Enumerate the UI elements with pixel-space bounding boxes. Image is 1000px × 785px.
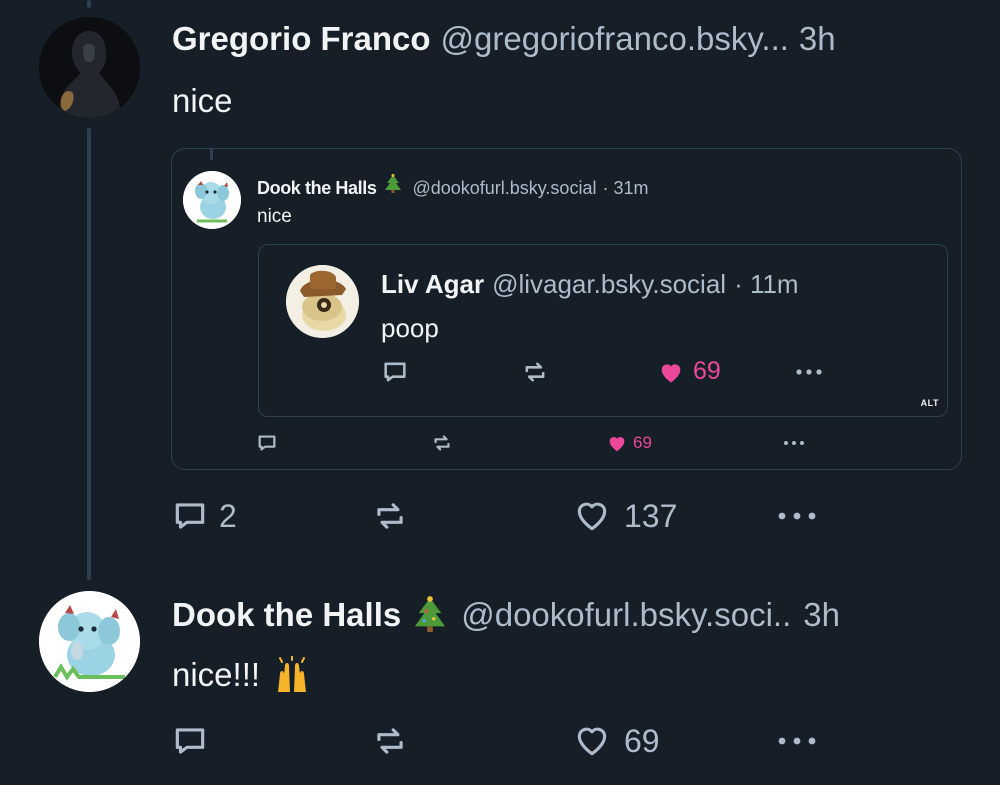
author-handle[interactable]: @dookofurl.bsky.soci.. bbox=[461, 596, 791, 634]
nested-author-handle[interactable]: @livagar.bsky.social bbox=[492, 269, 726, 300]
more-button[interactable] bbox=[774, 722, 820, 760]
nested-reply-button[interactable] bbox=[381, 358, 409, 386]
like-count: 69 bbox=[624, 722, 660, 759]
repost-arrows-icon bbox=[377, 728, 403, 754]
avatar-liv[interactable] bbox=[286, 265, 359, 338]
heart-icon bbox=[609, 437, 625, 452]
more-button[interactable] bbox=[774, 497, 820, 535]
thread-line-top bbox=[87, 0, 91, 8]
avatar-gregorio[interactable] bbox=[39, 17, 140, 118]
nested-more-button[interactable] bbox=[793, 358, 825, 386]
post-text: nice!!! bbox=[172, 656, 261, 693]
post-timestamp[interactable]: 3h bbox=[803, 596, 840, 634]
avatar-dook-small[interactable] bbox=[183, 171, 241, 229]
reply-button[interactable]: 2 bbox=[171, 497, 237, 535]
more-dots-icon bbox=[796, 369, 822, 375]
repost-arrows-icon bbox=[525, 362, 545, 382]
quote-like-button[interactable]: 69 bbox=[606, 432, 652, 454]
like-count: 137 bbox=[624, 497, 678, 534]
quote-text: nice bbox=[257, 206, 292, 227]
quote-card[interactable]: Dook the Halls @dookofurl.bsky.social · … bbox=[171, 148, 962, 470]
nested-quote-card[interactable]: Liv Agar @livagar.bsky.social · 11m poop… bbox=[258, 244, 948, 417]
post-header: Dook the Halls @dookofurl.bsky.soci.. 3h bbox=[172, 596, 840, 634]
quote-header: Dook the Halls @dookofurl.bsky.social · … bbox=[257, 174, 648, 199]
nested-like-button[interactable]: 69 bbox=[657, 357, 721, 386]
more-dots-icon bbox=[778, 512, 816, 520]
heart-icon bbox=[661, 363, 681, 382]
comment-bubble-icon bbox=[384, 362, 406, 382]
author-handle[interactable]: @gregoriofranco.bsky... bbox=[441, 20, 789, 58]
quote-author-name[interactable]: Dook the Halls bbox=[257, 178, 377, 199]
heart-icon bbox=[577, 727, 607, 756]
quote-more-button[interactable] bbox=[781, 432, 807, 454]
reply-button[interactable] bbox=[171, 722, 209, 760]
post-timestamp[interactable]: 3h bbox=[799, 20, 836, 58]
avatar-dook[interactable] bbox=[39, 591, 140, 692]
comment-bubble-icon bbox=[175, 503, 205, 529]
more-dots-icon bbox=[778, 737, 816, 745]
quote-thread-line bbox=[210, 148, 213, 160]
author-name[interactable]: Gregorio Franco bbox=[172, 20, 431, 58]
comment-bubble-icon bbox=[258, 435, 276, 451]
repost-button[interactable] bbox=[371, 722, 409, 760]
more-dots-icon bbox=[784, 441, 804, 445]
post-header: Gregorio Franco @gregoriofranco.bsky... … bbox=[172, 20, 836, 58]
reply-count: 2 bbox=[219, 497, 237, 534]
quote-author-handle[interactable]: @dookofurl.bsky.social bbox=[412, 178, 596, 199]
alt-badge[interactable]: ALT bbox=[921, 398, 939, 408]
nested-timestamp[interactable]: · 11m bbox=[734, 269, 799, 300]
quote-like-count: 69 bbox=[633, 433, 652, 452]
christmas-tree-emoji bbox=[385, 174, 402, 193]
quote-timestamp[interactable]: · 31m bbox=[602, 178, 648, 199]
comment-bubble-icon bbox=[175, 728, 205, 754]
like-button[interactable]: 137 bbox=[572, 497, 677, 535]
nested-repost-button[interactable] bbox=[521, 358, 549, 386]
nested-like-count: 69 bbox=[693, 357, 721, 385]
post-text-row: nice!!! bbox=[172, 656, 312, 694]
heart-icon bbox=[577, 502, 607, 531]
like-button[interactable]: 69 bbox=[572, 722, 660, 760]
repost-button[interactable] bbox=[371, 497, 409, 535]
thread-line bbox=[87, 128, 91, 580]
repost-arrows-icon bbox=[377, 503, 403, 529]
nested-text: poop bbox=[381, 313, 439, 343]
nested-author-name[interactable]: Liv Agar bbox=[381, 269, 484, 300]
raised-hands-emoji bbox=[278, 656, 307, 692]
quote-repost-button[interactable] bbox=[431, 432, 453, 454]
post-text: nice bbox=[172, 82, 233, 119]
nested-quote-header: Liv Agar @livagar.bsky.social · 11m bbox=[381, 269, 799, 300]
christmas-tree-emoji bbox=[415, 596, 446, 632]
author-name[interactable]: Dook the Halls bbox=[172, 596, 401, 634]
repost-arrows-icon bbox=[434, 435, 450, 451]
quote-reply-button[interactable] bbox=[256, 432, 278, 454]
